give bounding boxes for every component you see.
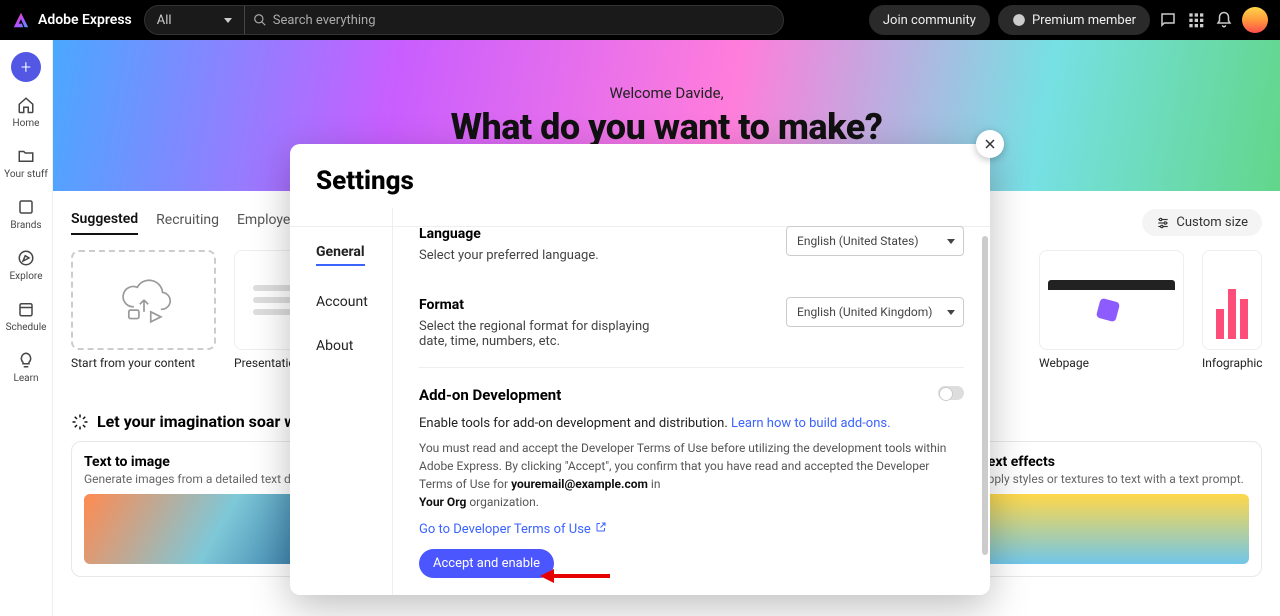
premium-icon bbox=[1012, 13, 1026, 27]
settings-nav: General Account About bbox=[290, 144, 392, 595]
cloud-upload-icon bbox=[117, 273, 171, 327]
search-filter-label: All bbox=[157, 13, 172, 28]
rail-brands[interactable]: Brands bbox=[0, 194, 52, 235]
topbar-right: Join community Premium member bbox=[869, 5, 1268, 35]
calendar-icon bbox=[17, 300, 35, 318]
template-start-from-content[interactable]: Start from your content bbox=[71, 250, 216, 370]
addon-toggle[interactable] bbox=[938, 386, 964, 400]
setting-format: Format Select the regional format for di… bbox=[419, 297, 964, 349]
rail-explore[interactable]: Explore bbox=[0, 245, 52, 286]
rail-label: Home bbox=[13, 118, 40, 129]
format-value: English (United Kingdom) bbox=[797, 305, 932, 319]
join-community-button[interactable]: Join community bbox=[869, 5, 990, 35]
avatar[interactable] bbox=[1242, 7, 1268, 33]
rail-label: Explore bbox=[10, 271, 43, 282]
close-icon bbox=[984, 138, 996, 150]
chat-icon[interactable] bbox=[1158, 10, 1178, 30]
brand-name: Adobe Express bbox=[38, 12, 132, 28]
rail-your-stuff[interactable]: Your stuff bbox=[0, 143, 52, 184]
addon-desc-text: Enable tools for add-on development and … bbox=[419, 416, 731, 431]
settings-title: Settings bbox=[316, 166, 414, 196]
hero-title: What do you want to make? bbox=[451, 106, 883, 148]
chevron-down-icon bbox=[947, 239, 955, 244]
card-image bbox=[980, 494, 1249, 564]
close-button[interactable] bbox=[976, 130, 1004, 158]
brands-icon bbox=[17, 198, 35, 216]
create-button[interactable]: + bbox=[11, 52, 41, 82]
search-filter-dropdown[interactable]: All bbox=[145, 6, 245, 34]
premium-label: Premium member bbox=[1032, 13, 1136, 28]
card-text-effects[interactable]: Text effects Apply styles or textures to… bbox=[967, 441, 1262, 577]
rail-learn[interactable]: Learn bbox=[0, 347, 52, 388]
search-placeholder: Search everything bbox=[273, 13, 376, 28]
bell-icon[interactable] bbox=[1214, 10, 1234, 30]
addon-email: youremail@example.com bbox=[511, 477, 648, 491]
compass-icon bbox=[17, 249, 35, 267]
sparkle-icon bbox=[71, 413, 89, 431]
language-value: English (United States) bbox=[797, 234, 919, 248]
format-heading: Format bbox=[419, 297, 766, 313]
rail-label: Learn bbox=[13, 373, 38, 384]
settings-body: Language Select your preferred language.… bbox=[392, 208, 990, 595]
language-heading: Language bbox=[419, 226, 766, 242]
custom-size-label: Custom size bbox=[1176, 215, 1248, 230]
goto-terms-link[interactable]: Go to Developer Terms of Use bbox=[419, 521, 964, 537]
search-wrap: All Search everything bbox=[144, 5, 784, 35]
nav-account[interactable]: Account bbox=[316, 294, 392, 310]
card-subtitle: Apply styles or textures to text with a … bbox=[980, 472, 1249, 486]
learn-addons-link[interactable]: Learn how to build add-ons. bbox=[731, 416, 891, 431]
chevron-down-icon bbox=[947, 310, 955, 315]
setting-language: Language Select your preferred language.… bbox=[419, 226, 964, 263]
upload-thumb bbox=[71, 250, 216, 350]
sliders-icon bbox=[1156, 216, 1170, 230]
tab-suggested[interactable]: Suggested bbox=[71, 211, 138, 235]
rail-label: Schedule bbox=[6, 322, 47, 333]
chevron-down-icon bbox=[224, 18, 232, 23]
goto-terms-label: Go to Developer Terms of Use bbox=[419, 522, 591, 537]
card-title: Text effects bbox=[980, 454, 1249, 470]
language-select[interactable]: English (United States) bbox=[786, 226, 964, 256]
search-input[interactable]: Search everything bbox=[245, 13, 783, 28]
apps-grid-icon[interactable] bbox=[1186, 10, 1206, 30]
folder-icon bbox=[17, 147, 35, 165]
search-icon bbox=[253, 13, 267, 27]
topbar: Adobe Express All Search everything Join… bbox=[0, 0, 1280, 40]
addon-desc-row: Enable tools for add-on development and … bbox=[419, 416, 964, 431]
external-link-icon bbox=[595, 521, 607, 537]
tab-recruiting[interactable]: Recruiting bbox=[156, 212, 219, 234]
brand-logo[interactable]: Adobe Express bbox=[12, 11, 132, 29]
left-rail: + Home Your stuff Brands Explore Schedul… bbox=[0, 40, 53, 616]
custom-size-button[interactable]: Custom size bbox=[1142, 209, 1262, 236]
template-webpage[interactable]: Webpage bbox=[1039, 250, 1184, 370]
hero-welcome: Welcome Davide, bbox=[609, 84, 723, 102]
rail-schedule[interactable]: Schedule bbox=[0, 296, 52, 337]
template-thumb bbox=[1202, 250, 1262, 350]
annotation-arrow bbox=[540, 569, 610, 583]
addon-heading: Add-on Development bbox=[419, 386, 938, 404]
accept-enable-label: Accept and enable bbox=[433, 556, 540, 571]
template-thumb bbox=[1039, 250, 1184, 350]
rail-home[interactable]: Home bbox=[0, 92, 52, 133]
template-label: Infographic bbox=[1202, 356, 1262, 370]
home-icon bbox=[17, 96, 35, 114]
settings-modal: Settings General Account About Language … bbox=[290, 144, 990, 595]
addon-org: Your Org bbox=[419, 495, 466, 509]
join-community-label: Join community bbox=[883, 13, 976, 28]
template-label: Webpage bbox=[1039, 356, 1184, 370]
rail-label: Your stuff bbox=[4, 169, 48, 180]
adobe-logo-icon bbox=[12, 11, 30, 29]
language-desc: Select your preferred language. bbox=[419, 248, 679, 263]
premium-member-button[interactable]: Premium member bbox=[998, 5, 1150, 35]
rail-label: Brands bbox=[10, 220, 41, 231]
nav-general[interactable]: General bbox=[316, 244, 365, 266]
nav-about[interactable]: About bbox=[316, 338, 392, 354]
setting-addon: Add-on Development Enable tools for add-… bbox=[419, 386, 964, 578]
lightbulb-icon bbox=[17, 351, 35, 369]
format-select[interactable]: English (United Kingdom) bbox=[786, 297, 964, 327]
format-desc: Select the regional format for displayin… bbox=[419, 319, 679, 349]
addon-terms-text: You must read and accept the Developer T… bbox=[419, 439, 964, 511]
accept-enable-button[interactable]: Accept and enable bbox=[419, 549, 554, 578]
template-label: Start from your content bbox=[71, 356, 216, 370]
template-infographic[interactable]: Infographic bbox=[1202, 250, 1262, 370]
